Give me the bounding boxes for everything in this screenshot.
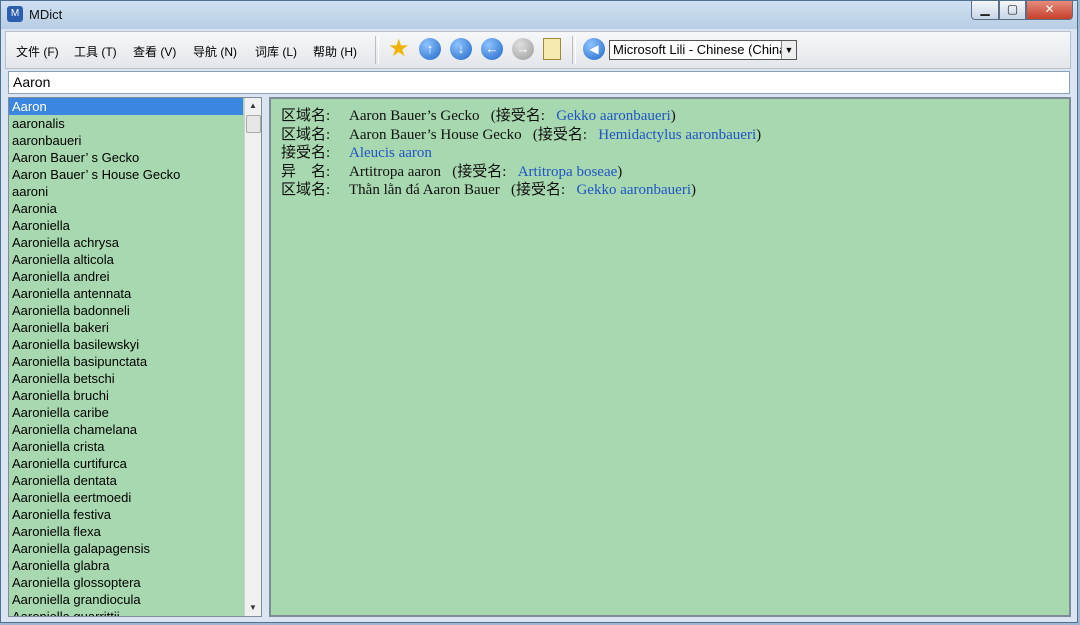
list-item[interactable]: aaroni: [9, 183, 243, 200]
window-title: MDict: [29, 7, 63, 22]
list-item[interactable]: Aaronia: [9, 200, 243, 217]
list-item[interactable]: Aaroniella chamelana: [9, 421, 243, 438]
scroll-down-icon[interactable]: ▼: [245, 600, 261, 616]
definition-panel: 区域名: Aaron Bauer’s Gecko (接受名: Gekko aaro…: [269, 97, 1071, 617]
back-arrow-icon[interactable]: ←: [481, 38, 503, 60]
speaker-icon[interactable]: ◀: [583, 38, 605, 60]
list-item[interactable]: Aaroniella glabra: [9, 557, 243, 574]
toolbar-separator: [572, 36, 576, 64]
accepted-name-link[interactable]: Hemidactylus aaronbaueri: [598, 127, 756, 143]
search-input[interactable]: Aaron: [8, 71, 1070, 94]
list-item[interactable]: Aaron: [9, 98, 243, 115]
entry-label: 异 名:: [281, 163, 331, 180]
voice-select-value: Microsoft Lili - Chinese (China): [613, 42, 791, 57]
list-item[interactable]: Aaroniella flexa: [9, 523, 243, 540]
list-item[interactable]: Aaroniella dentata: [9, 472, 243, 489]
entry-row: 区域名: Thằn lằn đá Aaron Bauer (接受名: Gekko …: [281, 181, 1059, 200]
word-list-scrollbar[interactable]: ▲ ▼: [244, 98, 261, 616]
entry-row: 区域名: Aaron Bauer’s Gecko (接受名: Gekko aaro…: [281, 107, 1059, 126]
list-item[interactable]: Aaroniella achrysa: [9, 234, 243, 251]
list-item[interactable]: aaronalis: [9, 115, 243, 132]
chevron-down-icon[interactable]: ▼: [781, 41, 796, 59]
list-item[interactable]: Aaroniella galapagensis: [9, 540, 243, 557]
minimize-button[interactable]: ▁: [971, 1, 999, 20]
maximize-button[interactable]: ▢: [999, 1, 1026, 20]
entry-label: 区域名:: [281, 108, 331, 124]
toolbar-separator: [375, 36, 379, 64]
menu-file[interactable]: 文件 (F): [16, 43, 59, 60]
toolbar: 文件 (F) 工具 (T) 查看 (V) 导航 (N) 词库 (L) 帮助 (H…: [5, 31, 1071, 69]
entry-label: 接受名:: [281, 145, 331, 161]
app-window: M MDict ▁ ▢ ✕ 文件 (F) 工具 (T) 查看 (V) 导航 (N…: [0, 0, 1078, 623]
list-item[interactable]: Aaroniella betschi: [9, 370, 243, 387]
arrow-up-icon[interactable]: ↑: [419, 38, 441, 60]
word-list[interactable]: Aaron aaronalis aaronbaueri Aaron Bauer’ s …: [8, 97, 262, 617]
clipboard-icon[interactable]: [543, 38, 561, 60]
entry-suffix: ): [617, 163, 623, 180]
menu-library[interactable]: 词库 (L): [255, 43, 297, 60]
list-item[interactable]: Aaron Bauer’ s Gecko: [9, 149, 243, 166]
accepted-prefix: (接受名:: [532, 126, 588, 143]
list-item[interactable]: Aaroniella badonneli: [9, 302, 243, 319]
scroll-up-icon[interactable]: ▲: [245, 98, 261, 114]
entry-term: Aaron Bauer’s House Gecko: [349, 126, 522, 143]
list-item[interactable]: Aaroniella bruchi: [9, 387, 243, 404]
accepted-name-link[interactable]: Gekko aaronbaueri: [576, 182, 691, 198]
forward-arrow-icon[interactable]: →: [512, 38, 534, 60]
entry-suffix: ): [690, 182, 696, 198]
scroll-thumb[interactable]: [246, 115, 261, 133]
entry-suffix: ): [670, 108, 676, 124]
accepted-prefix: (接受名:: [452, 163, 507, 180]
list-item[interactable]: Aaroniella curtifurca: [9, 455, 243, 472]
entry-term: Aaron Bauer’s Gecko: [349, 108, 480, 124]
list-item[interactable]: Aaroniella basipunctata: [9, 353, 243, 370]
list-item[interactable]: Aaroniella antennata: [9, 285, 243, 302]
close-button[interactable]: ✕: [1026, 1, 1073, 20]
entry-label: 区域名:: [281, 182, 331, 198]
accepted-name-link[interactable]: Gekko aaronbaueri: [556, 108, 671, 124]
menu-help[interactable]: 帮助 (H): [313, 43, 357, 60]
voice-select[interactable]: Microsoft Lili - Chinese (China) ▼: [609, 40, 797, 60]
list-item[interactable]: Aaroniella crista: [9, 438, 243, 455]
list-item[interactable]: Aaroniella eertmoedi: [9, 489, 243, 506]
list-item[interactable]: Aaroniella alticola: [9, 251, 243, 268]
entry-row: 异 名: Artitropa aaron (接受名: Artitropa bose…: [281, 163, 1059, 182]
accepted-name-link[interactable]: Artitropa boseae: [518, 164, 618, 180]
accepted-prefix: (接受名:: [511, 182, 566, 198]
list-item[interactable]: Aaroniella bakeri: [9, 319, 243, 336]
list-item[interactable]: Aaroniella grandiocula: [9, 591, 243, 608]
list-item[interactable]: Aaroniella basilewskyi: [9, 336, 243, 353]
entry-term: Thằn lằn đá Aaron Bauer: [349, 182, 500, 198]
list-item[interactable]: Aaroniella glossoptera: [9, 574, 243, 591]
menu-view[interactable]: 查看 (V): [133, 43, 176, 60]
list-item[interactable]: Aaroniella guarrittii: [9, 608, 243, 616]
entry-row: 区域名: Aaron Bauer’s House Gecko (接受名: Hemi…: [281, 126, 1059, 145]
entry-suffix: ): [756, 126, 762, 143]
list-item[interactable]: Aaroniella festiva: [9, 506, 243, 523]
entry-row: 接受名: Aleucis aaron: [281, 144, 1059, 163]
list-item[interactable]: Aaroniella andrei: [9, 268, 243, 285]
entry-label: 区域名:: [281, 126, 331, 143]
entry-term: Artitropa aaron: [349, 163, 442, 180]
title-bar[interactable]: M MDict ▁ ▢ ✕: [1, 1, 1077, 29]
menu-navigate[interactable]: 导航 (N): [193, 43, 237, 60]
list-item[interactable]: Aaron Bauer’ s House Gecko: [9, 166, 243, 183]
menu-tools[interactable]: 工具 (T): [74, 43, 117, 60]
list-item[interactable]: Aaroniella: [9, 217, 243, 234]
list-item[interactable]: Aaroniella caribe: [9, 404, 243, 421]
mdict-icon: M: [7, 6, 23, 22]
favorite-star-icon[interactable]: ★: [388, 37, 410, 61]
accepted-prefix: (接受名:: [490, 108, 545, 124]
accepted-name-link[interactable]: Aleucis aaron: [349, 145, 432, 161]
arrow-down-icon[interactable]: ↓: [450, 38, 472, 60]
list-item[interactable]: aaronbaueri: [9, 132, 243, 149]
